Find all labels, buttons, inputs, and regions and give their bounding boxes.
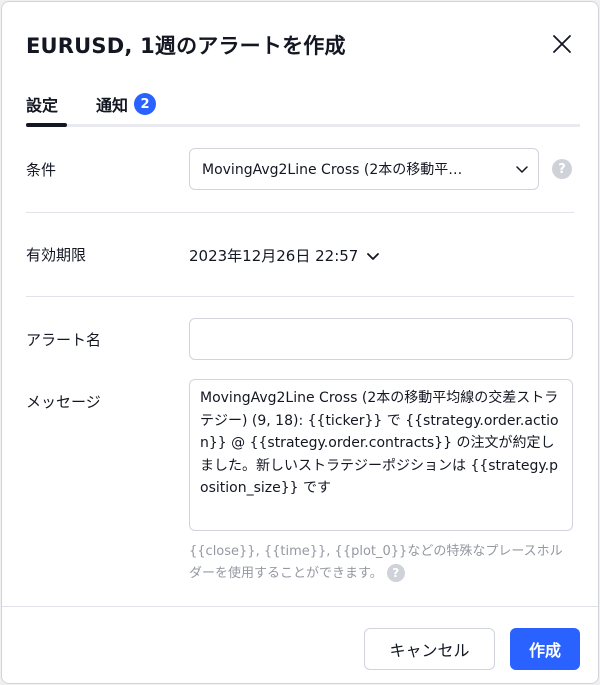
placeholder-hint: {{close}}, {{time}}, {{plot_0}}などの特殊なプレー… [189,541,574,585]
condition-help-icon[interactable]: ? [552,159,572,179]
create-alert-dialog: EURUSD, 1週のアラートを作成 設定 通知 2 条件 MovingAvg2… [1,1,599,684]
close-icon [553,35,571,53]
chevron-down-icon [367,252,380,260]
message-label: メッセージ [26,393,101,411]
tab-notifications-label: 通知 [96,96,129,115]
alert-name-label: アラート名 [26,331,102,349]
dialog-title: EURUSD, 1週のアラートを作成 [26,34,346,58]
footer-divider [2,606,598,607]
expiry-dropdown[interactable]: 2023年12月26日 22:57 [189,245,380,266]
message-textarea[interactable]: MovingAvg2Line Cross (2本の移動平均線の交差ストラテジー)… [189,379,573,531]
expiry-value: 2023年12月26日 22:57 [189,247,359,265]
condition-select[interactable]: MovingAvg2Line Cross (2本の移動平… [189,148,539,190]
divider [26,212,574,213]
tab-divider [26,124,580,127]
tab-settings[interactable]: 設定 [26,92,58,116]
placeholder-hint-text: {{close}}, {{time}}, {{plot_0}}などの特殊なプレー… [189,544,563,581]
close-button[interactable] [546,28,578,60]
alert-name-input[interactable] [189,318,573,360]
chevron-down-icon [516,166,528,173]
notification-count-badge: 2 [134,93,157,115]
active-tab-indicator [26,123,67,127]
hint-help-icon[interactable]: ? [386,563,405,582]
expiry-label: 有効期限 [26,246,87,264]
create-button[interactable]: 作成 [510,628,580,670]
tab-notifications[interactable]: 通知 2 [96,92,157,116]
divider [26,296,574,297]
condition-label: 条件 [26,161,57,179]
cancel-button[interactable]: キャンセル [364,628,495,670]
condition-select-value: MovingAvg2Line Cross (2本の移動平… [202,162,463,178]
